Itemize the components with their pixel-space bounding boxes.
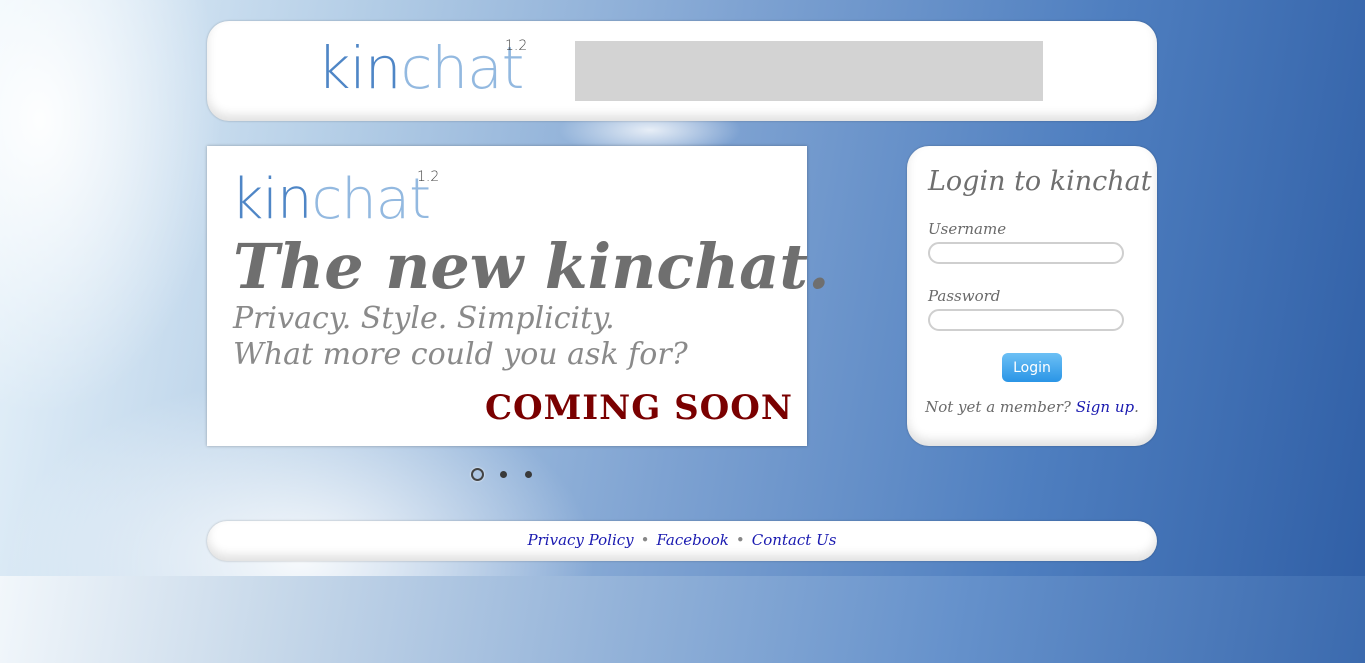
promo-slide: kinchat 1.2 The new kinchat. Privacy. St… <box>207 146 830 446</box>
login-panel: Login to kinchat Username Password Login… <box>907 146 1157 446</box>
password-label: Password <box>928 287 1001 305</box>
privacy-policy-link[interactable]: Privacy Policy <box>528 531 634 549</box>
slide-headline: The new kinchat. <box>233 230 830 303</box>
carousel-dot-1[interactable] <box>471 468 484 481</box>
footer-separator: • <box>735 531 745 549</box>
slide-logo-kin-text: kin <box>231 167 312 232</box>
banner-ad-placeholder <box>575 41 1043 101</box>
username-label: Username <box>928 220 1007 238</box>
username-input[interactable] <box>928 242 1124 264</box>
footer-separator: • <box>640 531 650 549</box>
slide-subline-1: Privacy. Style. Simplicity. <box>233 301 615 336</box>
facebook-link[interactable]: Facebook <box>657 531 729 549</box>
logo-version: 1.2 <box>505 38 528 54</box>
slide-subtitle: Privacy. Style. Simplicity. What more co… <box>233 301 688 373</box>
signup-prompt-text: Not yet a member? <box>925 398 1071 416</box>
slide-logo-chat-text: chat <box>311 167 431 232</box>
signup-suffix: . <box>1134 398 1139 416</box>
signup-link[interactable]: Sign up <box>1076 398 1134 416</box>
login-title: Login to kinchat <box>928 166 1152 197</box>
logo-kin-text: kin <box>317 34 401 102</box>
password-input[interactable] <box>928 309 1124 331</box>
carousel-dot-3[interactable] <box>525 471 532 478</box>
signup-prompt: Not yet a member? Sign up. <box>907 398 1157 416</box>
coming-soon-label: COMING SOON <box>484 388 793 428</box>
carousel-dot-2[interactable] <box>500 471 507 478</box>
header-panel: kinchat 1.2 <box>207 21 1157 121</box>
footer-panel: Privacy Policy • Facebook • Contact Us <box>207 521 1157 561</box>
contact-us-link[interactable]: Contact Us <box>752 531 837 549</box>
footer-links: Privacy Policy • Facebook • Contact Us <box>207 531 1157 549</box>
header-logo[interactable]: kinchat 1.2 <box>317 39 527 97</box>
background-strip <box>0 576 1365 663</box>
slide-subline-2: What more could you ask for? <box>233 337 688 372</box>
carousel-dots <box>471 468 541 482</box>
slide-logo: kinchat 1.2 <box>231 170 439 228</box>
login-button[interactable]: Login <box>1002 353 1062 382</box>
slide-logo-version: 1.2 <box>417 169 440 185</box>
